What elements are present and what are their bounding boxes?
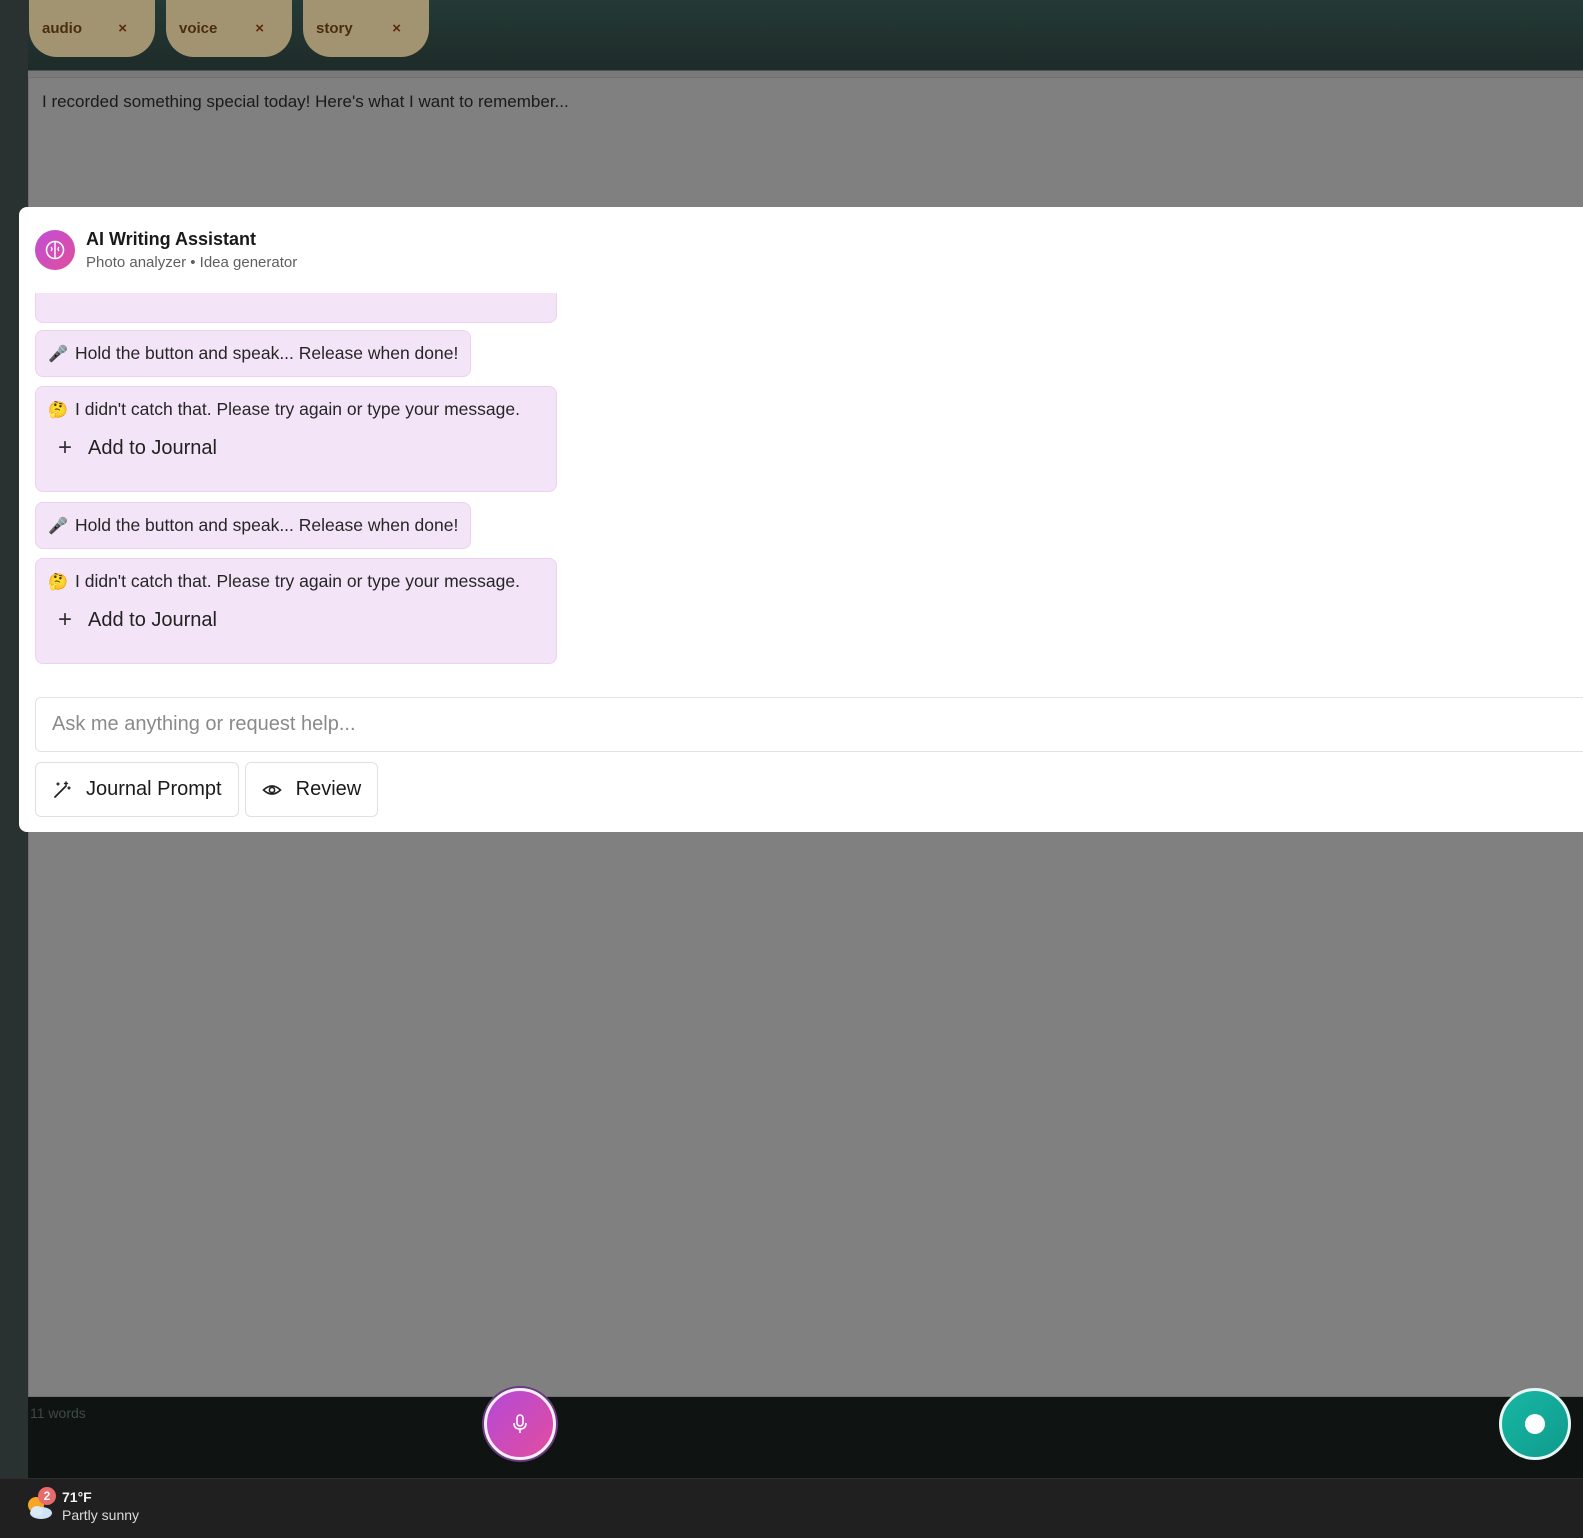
brain-icon [35,230,75,270]
message-bubble-partial [35,293,557,323]
message-bubble: 🤔 I didn't catch that. Please try again … [35,386,557,492]
close-icon[interactable]: × [392,20,401,37]
close-icon[interactable]: × [118,20,127,37]
bottom-bar [28,1397,1583,1478]
add-to-journal-button[interactable]: + Add to Journal [36,432,556,462]
assistant-header: AI Writing Assistant Photo analyzer • Id… [35,229,297,271]
journal-prompt-button[interactable]: Journal Prompt [35,762,239,817]
message-text: I didn't catch that. Please try again or… [75,571,520,591]
tag-label: voice [179,20,218,37]
weather-widget[interactable]: 2 71°F Partly sunny [24,1487,140,1523]
message-bubble: 🎤 Hold the button and speak... Release w… [35,502,472,549]
review-button[interactable]: Review [244,762,379,817]
weather-condition: Partly sunny [62,1507,140,1523]
record-dot-icon [1525,1414,1545,1434]
tag-label: audio [42,20,82,37]
tag-list: audio × voice × story × [29,0,429,57]
microphone-emoji-icon: 🎤 [48,345,68,363]
tag-audio: audio × [29,0,155,57]
record-button[interactable] [1499,1388,1571,1460]
message-bubble: 🤔 I didn't catch that. Please try again … [35,558,557,664]
plus-icon: + [58,434,73,461]
assistant-actions: Journal Prompt Review [35,762,379,817]
editor-text[interactable]: I recorded something special today! Here… [42,92,569,112]
message-bubble: 🎤 Hold the button and speak... Release w… [35,330,472,377]
journal-prompt-label: Journal Prompt [86,778,222,800]
voice-record-button[interactable] [484,1388,556,1460]
tag-label: story [316,20,353,37]
ai-assistant-panel: AI Writing Assistant Photo analyzer • Id… [19,207,1583,832]
eye-icon [261,784,282,795]
word-count: 11 words [30,1405,86,1421]
plus-icon: + [58,606,73,633]
thinking-emoji-icon: 🤔 [48,573,68,591]
close-icon[interactable]: × [255,20,264,37]
assistant-chat-input[interactable] [35,697,1583,752]
tag-voice: voice × [166,0,292,57]
thinking-emoji-icon: 🤔 [48,401,68,419]
taskbar: 2 71°F Partly sunny [0,1478,1583,1538]
message-list[interactable]: 🎤 Hold the button and speak... Release w… [35,293,563,673]
microphone-icon [513,1414,527,1433]
add-to-journal-button[interactable]: + Add to Journal [36,604,556,634]
message-text: Hold the button and speak... Release whe… [75,515,459,535]
review-label: Review [295,778,362,800]
microphone-emoji-icon: 🎤 [48,517,68,535]
message-text: Hold the button and speak... Release whe… [75,343,459,363]
magic-wand-icon [54,780,71,798]
weather-temperature: 71°F [62,1489,92,1505]
tag-story: story × [303,0,429,57]
message-text: I didn't catch that. Please try again or… [75,399,520,419]
add-to-journal-label: Add to Journal [88,608,217,631]
add-to-journal-label: Add to Journal [88,436,217,459]
partly-sunny-icon: 2 [24,1487,56,1521]
assistant-title: AI Writing Assistant [86,229,257,249]
assistant-subtitle: Photo analyzer • Idea generator [86,254,298,271]
notification-badge: 2 [38,1487,56,1505]
